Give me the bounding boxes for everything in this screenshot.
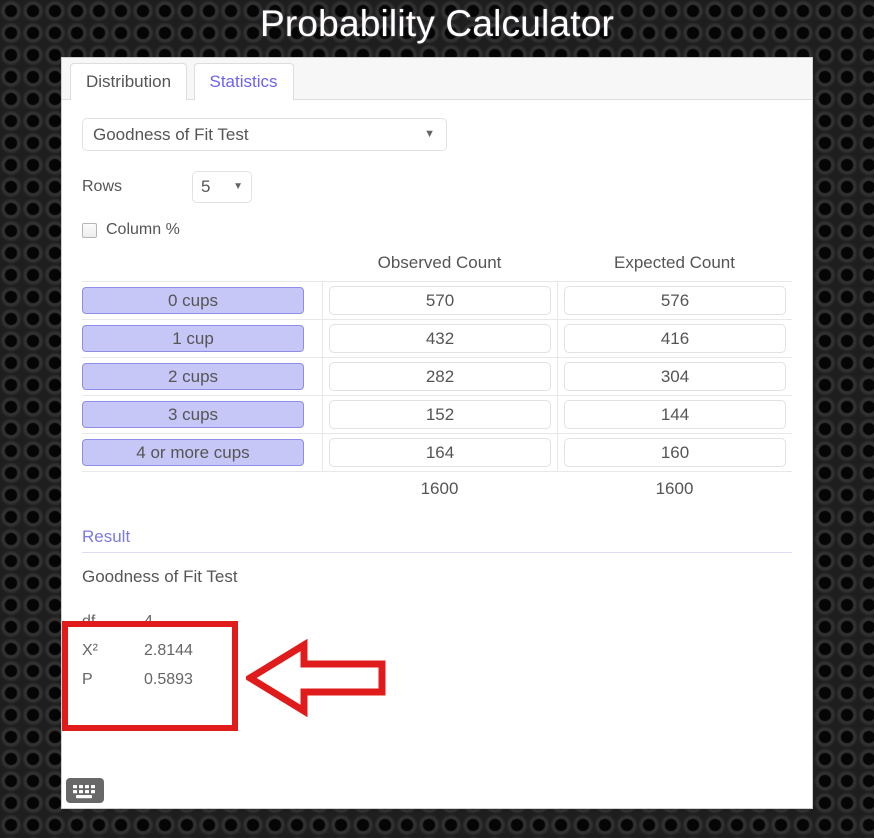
observed-cell xyxy=(322,282,557,319)
expected-cell xyxy=(557,320,792,357)
row-label-cell: 2 cups xyxy=(82,360,322,393)
header-expected-count: Expected Count xyxy=(614,253,735,272)
row-label-cell: 1 cup xyxy=(82,322,322,355)
observed-input[interactable] xyxy=(329,324,551,353)
stat-value-chi-square: 2.8144 xyxy=(144,641,193,659)
counts-table: Observed Count Expected Count 0 cups 570… xyxy=(82,253,792,499)
table-row: 3 cups xyxy=(82,396,792,434)
calculator-card: Distribution Statistics Goodness of Fit … xyxy=(62,58,812,808)
observed-total: 1600 xyxy=(420,479,459,498)
row-label-button[interactable]: 2 cups xyxy=(82,363,304,390)
result-subtitle: Goodness of Fit Test xyxy=(82,567,238,586)
expected-input[interactable] xyxy=(564,362,786,391)
expected-input[interactable] xyxy=(564,324,786,353)
expected-total: 1600 xyxy=(655,479,694,498)
header-observed-count: Observed Count xyxy=(377,253,502,272)
tab-statistics[interactable]: Statistics xyxy=(193,63,294,100)
result-heading: Result xyxy=(82,527,792,553)
expected-input[interactable] xyxy=(564,438,786,467)
row-label-cell: 4 or more cups xyxy=(82,436,322,469)
column-percent-checkbox[interactable] xyxy=(82,222,97,238)
row-label-cell: 0 cups xyxy=(82,284,322,317)
result-stats: df 4 X² 2.8144 P 0.5893 xyxy=(82,607,812,694)
chevron-down-icon: ▼ xyxy=(424,128,435,140)
stat-row: X² 2.8144 xyxy=(82,636,812,665)
row-label-button[interactable]: 3 cups xyxy=(82,401,304,428)
expected-cell xyxy=(557,282,792,319)
row-label-cell: 3 cups xyxy=(82,398,322,431)
table-body: 0 cups 1 cup xyxy=(82,281,792,472)
test-type-value: Goodness of Fit Test xyxy=(93,125,249,144)
stat-value-p: 0.5893 xyxy=(144,670,193,688)
observed-input[interactable] xyxy=(329,286,551,315)
page-title: Probability Calculator xyxy=(259,3,614,44)
stat-row: df 4 xyxy=(82,607,812,636)
totals-spacer xyxy=(82,479,322,499)
observed-cell xyxy=(322,434,557,471)
statistics-panel: Goodness of Fit Test ▼ Rows 5 ▼ Column %… xyxy=(62,100,812,694)
test-type-select[interactable]: Goodness of Fit Test ▼ xyxy=(82,118,447,151)
expected-cell xyxy=(557,434,792,471)
row-label-button[interactable]: 1 cup xyxy=(82,325,304,352)
rows-value: 5 xyxy=(201,177,211,196)
table-row: 1 cup xyxy=(82,320,792,358)
stat-key-p: P xyxy=(82,670,93,688)
expected-input[interactable] xyxy=(564,286,786,315)
table-header-spacer xyxy=(82,253,322,281)
stat-row: P 0.5893 xyxy=(82,665,812,694)
stat-key-df: df xyxy=(82,612,96,630)
column-percent-control: Column % xyxy=(82,221,812,239)
row-label-button[interactable]: 0 cups xyxy=(82,287,304,314)
expected-cell xyxy=(557,358,792,395)
keyboard-icon[interactable] xyxy=(66,778,104,803)
stat-value-df: 4 xyxy=(144,612,153,630)
table-row: 2 cups xyxy=(82,358,792,396)
row-label-button[interactable]: 4 or more cups xyxy=(82,439,304,466)
observed-cell xyxy=(322,396,557,433)
rows-label: Rows xyxy=(82,178,123,195)
table-totals-row: 1600 1600 xyxy=(82,472,792,499)
tab-bar: Distribution Statistics xyxy=(62,58,812,100)
observed-input[interactable] xyxy=(329,400,551,429)
expected-cell xyxy=(557,396,792,433)
stat-key-chi-square: X² xyxy=(82,641,98,659)
observed-input[interactable] xyxy=(329,362,551,391)
table-header-row: Observed Count Expected Count xyxy=(82,253,792,281)
observed-input[interactable] xyxy=(329,438,551,467)
table-row: 4 or more cups xyxy=(82,434,792,472)
observed-cell xyxy=(322,358,557,395)
rows-control: Rows 5 ▼ xyxy=(82,171,812,203)
table-row: 0 cups xyxy=(82,282,792,320)
observed-cell xyxy=(322,320,557,357)
column-percent-label: Column % xyxy=(106,221,180,238)
chevron-down-icon: ▼ xyxy=(233,181,243,192)
tab-distribution[interactable]: Distribution xyxy=(70,63,188,100)
expected-input[interactable] xyxy=(564,400,786,429)
rows-select[interactable]: 5 ▼ xyxy=(192,171,252,203)
